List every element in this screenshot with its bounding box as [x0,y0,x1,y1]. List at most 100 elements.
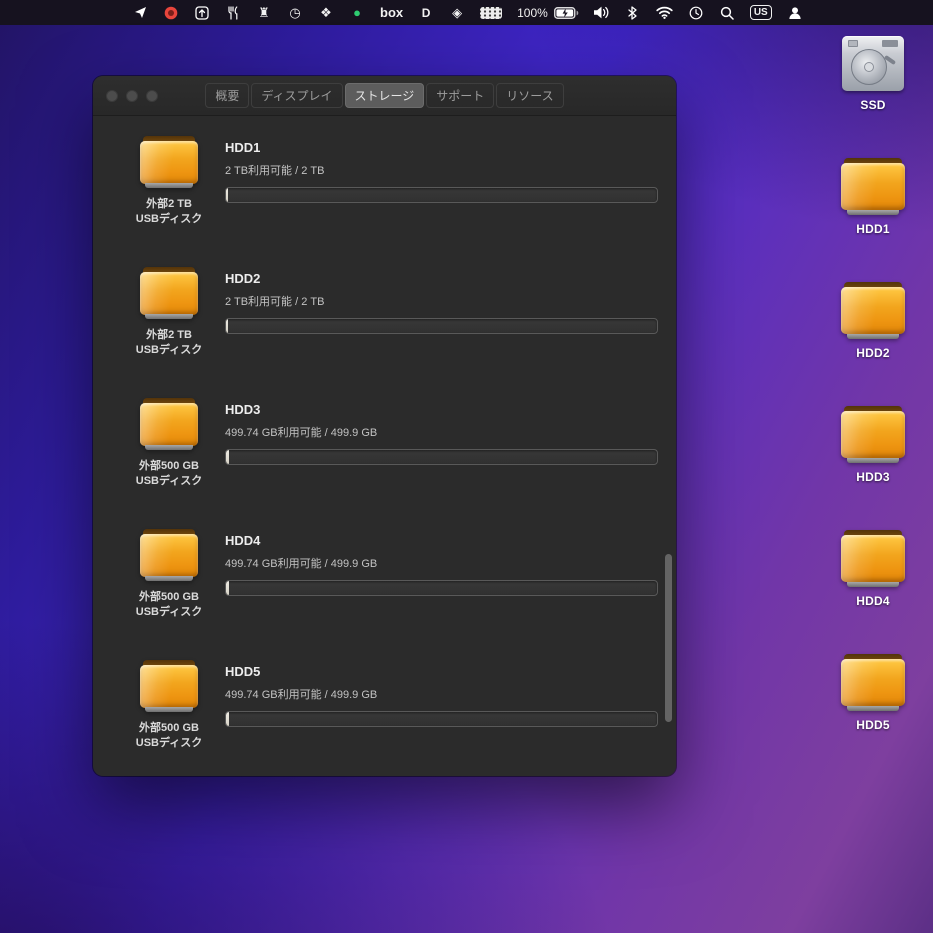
external-drive-icon [841,282,905,339]
search-icon[interactable] [719,4,735,22]
drive-caption-line2: USBディスク [136,605,202,620]
storage-pane: 外部2 TB USBディスク HDD1 2 TB利用可能 / 2 TB 外部2 … [93,116,676,775]
drive-caption: 外部500 GB USBディスク [136,459,202,489]
drive-usage-bar [225,580,658,596]
minimize-button[interactable] [126,90,138,102]
drive-row: 外部2 TB USBディスク HDD1 2 TB利用可能 / 2 TB [93,126,676,257]
external-drive-icon [841,530,905,587]
desktop-icon-label: HDD3 [856,470,889,484]
bluetooth-icon[interactable] [625,4,641,22]
drive-usage-fill [226,712,229,726]
record-icon[interactable] [163,4,179,22]
drive-caption-line2: USBディスク [136,212,202,227]
drive-detail: 499.74 GB利用可能 / 499.9 GB [225,424,658,440]
drive-name: HDD5 [225,664,658,679]
external-drive-icon [841,654,905,711]
drive-row: 外部2 TB USBディスク HDD2 2 TB利用可能 / 2 TB [93,257,676,388]
user-icon[interactable] [787,4,803,22]
drive-caption-line1: 外部500 GB [136,459,202,474]
tab-storage[interactable]: ストレージ [345,83,425,108]
battery-percent-label[interactable]: 100% [517,4,548,22]
dropbox-icon[interactable]: ❖ [318,4,334,22]
drive-detail: 2 TB利用可能 / 2 TB [225,162,658,178]
desktop-icon-ssd[interactable]: SSD [842,36,904,112]
external-drive-icon [140,398,198,450]
drive-usage-fill [226,319,228,333]
desktop-icon-hdd5[interactable]: HDD5 [841,654,905,732]
desktop-icon-hdd3[interactable]: HDD3 [841,406,905,484]
battery-icon[interactable] [554,4,579,22]
drive-caption-line2: USBディスク [136,343,202,358]
desktop-icon-hdd4[interactable]: HDD4 [841,530,905,608]
drive-row: 外部500 GB USBディスク HDD3 499.74 GB利用可能 / 49… [93,388,676,519]
drive-detail: 499.74 GB利用可能 / 499.9 GB [225,686,658,702]
drive-caption-line1: 外部500 GB [136,721,202,736]
tab-support[interactable]: サポート [426,83,494,108]
location-arrow-icon[interactable] [132,4,148,22]
drive-row: 外部500 GB USBディスク HDD4 499.74 GB利用可能 / 49… [93,519,676,650]
deepl-icon[interactable]: D [418,4,434,22]
drive-caption-line1: 外部2 TB [136,328,202,343]
external-drive-icon [140,136,198,188]
wifi-icon[interactable] [656,4,673,22]
drive-usage-bar [225,449,658,465]
volume-icon[interactable] [594,4,610,22]
drive-caption-line2: USBディスク [136,736,202,751]
keyboard-pill-icon[interactable] [480,7,502,19]
package-icon[interactable]: ◈ [449,4,465,22]
system-info-window: 概要ディスプレイストレージサポートリソース 外部2 TB USBディスク HDD… [93,76,676,776]
drive-usage-bar [225,318,658,334]
zoom-button[interactable] [146,90,158,102]
scrollbar-thumb[interactable] [665,554,672,722]
drive-name: HDD4 [225,533,658,548]
desktop-icon-hdd2[interactable]: HDD2 [841,282,905,360]
clock-icon[interactable] [688,4,704,22]
window-tabs: 概要ディスプレイストレージサポートリソース [204,83,564,108]
desktop: { "colors": { "menubar_bg": "#16121f", "… [0,0,933,933]
menubar: ♜ ◷ ❖ ● box D ◈ 100% US [0,0,933,25]
drive-usage-fill [226,450,229,464]
internal-drive-icon [842,36,904,91]
external-drive-icon [140,529,198,581]
desktop-icon-label: HDD4 [856,594,889,608]
clock-app-icon[interactable]: ◷ [287,4,303,22]
desktop-icon-hdd1[interactable]: HDD1 [841,158,905,236]
drive-caption: 外部2 TB USBディスク [136,328,202,358]
desktop-icon-label: SSD [860,98,885,112]
tab-displays[interactable]: ディスプレイ [251,83,342,108]
close-button[interactable] [106,90,118,102]
menubar-items: ♜ ◷ ❖ ● box D ◈ 100% US [132,4,818,22]
desktop-icon-label: HDD5 [856,718,889,732]
box-app-label[interactable]: box [380,4,403,22]
external-drive-icon [841,158,905,215]
drive-name: HDD3 [225,402,658,417]
drive-detail: 2 TB利用可能 / 2 TB [225,293,658,309]
upload-icon[interactable] [194,4,210,22]
status-dot-icon[interactable]: ● [349,4,365,22]
drive-caption-line1: 外部2 TB [136,197,202,212]
external-drive-icon [140,660,198,712]
input-source-label[interactable]: US [750,5,772,20]
tab-overview[interactable]: 概要 [205,83,249,108]
drive-name: HDD2 [225,271,658,286]
drive-caption-line1: 外部500 GB [136,590,202,605]
drive-usage-bar [225,711,658,727]
traffic-lights [106,76,158,115]
utensils-icon[interactable] [225,4,241,22]
drive-usage-bar [225,187,658,203]
tab-resources[interactable]: リソース [496,83,563,108]
external-drive-icon [841,406,905,463]
drive-usage-fill [226,188,228,202]
drive-name: HDD1 [225,140,658,155]
castle-icon[interactable]: ♜ [256,4,272,22]
drive-usage-fill [226,581,229,595]
drive-caption: 外部500 GB USBディスク [136,590,202,620]
window-titlebar[interactable]: 概要ディスプレイストレージサポートリソース [93,76,676,116]
desktop-icon-label: HDD1 [856,222,889,236]
drive-caption: 外部500 GB USBディスク [136,721,202,751]
drive-list: 外部2 TB USBディスク HDD1 2 TB利用可能 / 2 TB 外部2 … [93,126,676,775]
drive-row: 外部500 GB USBディスク HDD5 499.74 GB利用可能 / 49… [93,650,676,775]
drive-caption-line2: USBディスク [136,474,202,489]
drive-detail: 499.74 GB利用可能 / 499.9 GB [225,555,658,571]
desktop-icon-label: HDD2 [856,346,889,360]
